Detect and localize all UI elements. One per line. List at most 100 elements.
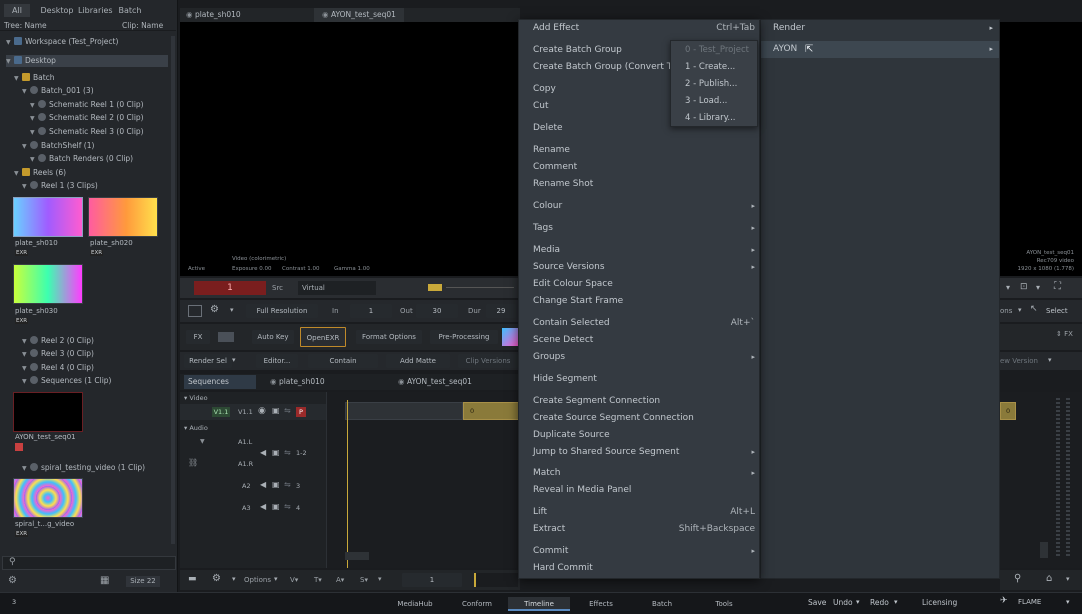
dropdown-arrow-icon[interactable]: ▾ [1006, 283, 1010, 292]
playhead[interactable] [347, 400, 348, 568]
speaker-icon[interactable]: ◀ [260, 480, 266, 489]
select-tool[interactable]: Select [1046, 307, 1068, 315]
menu-item-reveal-in-media-panel[interactable]: Reveal in Media Panel [533, 482, 755, 498]
search-input[interactable]: ⚲ [2, 556, 176, 570]
thumbnail-size-field[interactable]: Size 22 [126, 576, 160, 587]
tree-item-workspace[interactable]: ▼ Workspace (Test_Project) [6, 36, 118, 48]
tree-item-reel-4[interactable]: ▼ Reel 4 (0 Clip) [22, 362, 94, 374]
expand-icon[interactable]: ▼ [6, 56, 14, 68]
format-options-button[interactable]: Format Options [356, 330, 422, 344]
menu-item-commit[interactable]: Commit ▸ [533, 543, 755, 559]
video-section-header[interactable]: ▾ Video [184, 394, 208, 402]
eye-icon[interactable]: ◉ [258, 406, 266, 416]
trim-mode-dropdown[interactable]: T▾ [314, 576, 322, 584]
tab-batch-bottom[interactable]: Batch [632, 597, 692, 611]
tab-all[interactable]: All [4, 4, 30, 17]
dropdown-arrow-icon[interactable]: ▾ [232, 575, 236, 583]
link-icon[interactable]: ⇋ [284, 406, 291, 415]
lock-icon[interactable]: ▣ [272, 480, 280, 489]
gear-icon[interactable]: ⚙ [210, 304, 219, 315]
undo-button[interactable]: Undo [833, 598, 853, 607]
gear-icon[interactable]: ⚙ [8, 575, 17, 586]
sequence-thumbnail[interactable] [13, 392, 83, 432]
frame-field[interactable]: 1 [402, 573, 462, 587]
expand-icon[interactable]: ▼ [22, 349, 30, 361]
dropdown-arrow-icon[interactable]: ▾ [230, 306, 234, 314]
tab-libraries[interactable]: Libraries [78, 4, 113, 17]
menu-item-comment[interactable]: Comment [533, 159, 755, 175]
menu-item-render[interactable]: Render ▸ [761, 20, 999, 37]
tab-timeline[interactable]: Timeline [508, 597, 570, 611]
expand-icon[interactable]: ▼ [14, 168, 22, 180]
out-point-field[interactable]: 30 [416, 304, 458, 318]
render-sel-button[interactable]: Render Sel [184, 354, 232, 368]
clip-sort-label[interactable]: Clip: Name [122, 21, 163, 30]
expand-icon[interactable]: ▼ [22, 463, 30, 475]
menu-item-duplicate-source[interactable]: Duplicate Source [533, 427, 755, 443]
menu-item-extract[interactable]: Extract Shift+Backspace [533, 521, 755, 537]
menu-item-scene-detect[interactable]: Scene Detect [533, 332, 755, 348]
scrollbar[interactable] [171, 36, 175, 544]
menu-item-hard-commit[interactable]: Hard Commit [533, 560, 755, 576]
menu-item-contain-selected[interactable]: Contain Selected Alt+` [533, 315, 755, 331]
tree-item-batch[interactable]: ▼ Batch [14, 72, 55, 84]
link-icon[interactable]: ⇋ [284, 502, 291, 511]
chain-link-icon[interactable]: ⛓ [188, 458, 198, 467]
menu-item-tags[interactable]: Tags ▸ [533, 220, 755, 236]
snap-mode-dropdown[interactable]: S▾ [360, 576, 368, 584]
auto-key-button[interactable]: Auto Key [252, 330, 294, 344]
tree-item-schematic-reel-1[interactable]: ▼ Schematic Reel 1 (0 Clip) [30, 99, 144, 111]
tree-sort-label[interactable]: Tree: Name [4, 21, 47, 30]
licensing-button[interactable]: Licensing [922, 598, 957, 607]
in-point-field[interactable]: 1 [350, 304, 392, 318]
timeline-marker[interactable] [428, 284, 442, 291]
clapper-icon[interactable] [218, 332, 234, 342]
collapse-icon[interactable]: ▼ [200, 438, 205, 445]
options-dropdown[interactable]: Options [244, 576, 271, 584]
audio-mode-dropdown[interactable]: A▾ [336, 576, 344, 584]
video-segment[interactable]: 0 [1000, 402, 1016, 420]
link-icon[interactable]: ⇋ [284, 480, 291, 489]
expand-icon[interactable]: ▼ [22, 181, 30, 193]
primary-track-badge[interactable]: P [296, 407, 306, 417]
tab-ayon-seq-timeline[interactable]: ◉ AYON_test_seq01 [398, 375, 472, 389]
dropdown-arrow-icon[interactable]: ▾ [1018, 306, 1022, 314]
timeline-track-area-right[interactable]: 0 [1000, 392, 1082, 568]
tab-mediahub[interactable]: MediaHub [384, 597, 446, 611]
expand-icon[interactable]: ▼ [30, 127, 38, 139]
clip-thumbnail[interactable] [88, 197, 158, 237]
fx-button[interactable]: FX [186, 330, 210, 344]
resolution-dropdown[interactable]: Full Resolution [246, 304, 318, 318]
speaker-icon[interactable]: ◀ [260, 448, 266, 457]
layout-icon[interactable]: ⊡ [1020, 282, 1028, 292]
options-label-partial[interactable]: ons [1000, 307, 1012, 315]
video-segment[interactable]: 0 [463, 402, 519, 420]
audio-section-header[interactable]: ▾ Audio [184, 424, 208, 432]
tab-desktop[interactable]: Desktop [38, 4, 76, 17]
mini-scrubber[interactable] [474, 573, 518, 587]
expand-icon[interactable]: ▼ [30, 100, 38, 112]
lock-icon[interactable]: ▣ [272, 502, 280, 511]
duration-field[interactable]: 29 [486, 304, 516, 318]
fx-label-right[interactable]: ⇕ FX [1056, 330, 1073, 338]
menu-item-match[interactable]: Match ▸ [533, 465, 755, 481]
tree-item-schematic-reel-3[interactable]: ▼ Schematic Reel 3 (0 Clip) [30, 126, 144, 138]
redo-button[interactable]: Redo [870, 598, 889, 607]
clip-versions-button[interactable]: Clip Versions [458, 354, 518, 368]
editor-button[interactable]: Editor... [256, 354, 298, 368]
video-track-header[interactable]: V1.1 V1.1 ◉ ▣ ⇋ P [180, 404, 326, 420]
menu-item-groups[interactable]: Groups ▸ [533, 349, 755, 365]
gear-icon[interactable]: ⚙ [212, 573, 221, 584]
src-label[interactable]: Src [272, 284, 283, 292]
lock-icon[interactable]: ▣ [272, 448, 280, 457]
clip-thumbnail[interactable] [13, 197, 83, 237]
zoom-control[interactable] [1040, 542, 1048, 558]
virtual-field[interactable]: Virtual [298, 281, 376, 295]
contain-button[interactable]: Contain [308, 354, 378, 368]
tree-item-desktop[interactable]: ▼ Desktop [6, 55, 168, 67]
add-matte-button[interactable]: Add Matte [386, 354, 450, 368]
tree-item-reels[interactable]: ▼ Reels (6) [14, 167, 66, 179]
player-viewport[interactable]: Video (colorimetric) Active Exposure 0.0… [180, 22, 518, 276]
expand-icon[interactable]: ▼ [6, 37, 14, 49]
menu-item-edit-colour-space[interactable]: Edit Colour Space [533, 276, 755, 292]
